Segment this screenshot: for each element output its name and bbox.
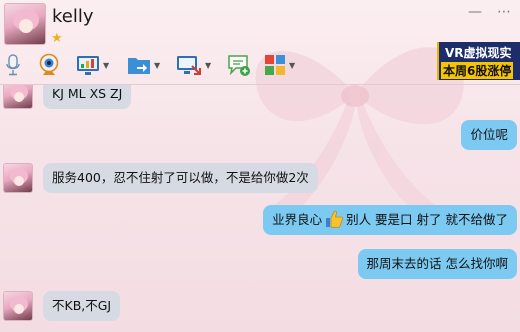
video-call-button[interactable] (38, 52, 60, 78)
sender-avatar[interactable] (3, 85, 33, 109)
microphone-icon (6, 54, 20, 76)
thumbs-up-icon (326, 210, 344, 228)
sender-avatar[interactable] (3, 291, 33, 321)
message-bubble-incoming: 不KB,不GJ (43, 291, 121, 321)
screen-share-button[interactable]: ▼ (176, 52, 211, 78)
monitor-icon (77, 56, 99, 75)
contact-avatar[interactable] (4, 3, 46, 45)
folder-icon (128, 58, 150, 74)
message-bubble-outgoing: 业界良心 别人 要是口 射了 就不给做了 (263, 205, 517, 235)
message-bubble-incoming: KJ ML XS ZJ (43, 85, 132, 109)
sender-avatar[interactable] (3, 163, 33, 193)
new-discussion-button[interactable] (227, 52, 251, 78)
chevron-down-icon[interactable]: ▼ (103, 61, 109, 70)
chat-header: kelly ★ — ⋯ ▼ ▼ ▼ ▼ VR虚拟现实 本周6股涨停 (0, 0, 520, 86)
screen-share-icon (177, 56, 201, 75)
contact-name[interactable]: kelly (52, 6, 94, 27)
ad-headline: VR虚拟现实 (445, 46, 512, 60)
message-list[interactable]: KJ ML XS ZJ 价位呢 服务400，忍不住射了可以做，不是给你做2次 业… (0, 85, 520, 332)
chevron-down-icon[interactable]: ▼ (289, 61, 295, 70)
chevron-down-icon[interactable]: ▼ (154, 61, 160, 70)
voice-call-button[interactable] (4, 52, 22, 78)
message-text: 别人 要是口 射了 就不给做了 (346, 212, 508, 227)
chat-add-icon (228, 55, 250, 76)
apps-grid-icon (265, 55, 285, 75)
message-bubble-outgoing: 价位呢 (461, 120, 517, 150)
send-file-button[interactable]: ▼ (127, 52, 160, 78)
webcam-icon (39, 53, 59, 75)
message-bubble-outgoing: 那周末去的话 怎么找你啊 (357, 249, 517, 279)
ad-subline: 本周6股涨停 (441, 62, 514, 79)
advertisement-banner[interactable]: VR虚拟现实 本周6股涨停 (437, 42, 520, 80)
apps-button[interactable]: ▼ (264, 52, 295, 78)
chat-toolbar: ▼ ▼ ▼ ▼ (0, 50, 330, 80)
message-text: 业界良心 (272, 212, 323, 227)
minimize-button[interactable]: — (468, 4, 482, 20)
more-options-button[interactable]: ⋯ (497, 4, 511, 20)
message-bubble-incoming: 服务400，忍不住射了可以做，不是给你做2次 (43, 163, 318, 193)
star-icon[interactable]: ★ (51, 32, 63, 45)
remote-desktop-button[interactable]: ▼ (76, 52, 109, 78)
chevron-down-icon[interactable]: ▼ (205, 61, 211, 70)
